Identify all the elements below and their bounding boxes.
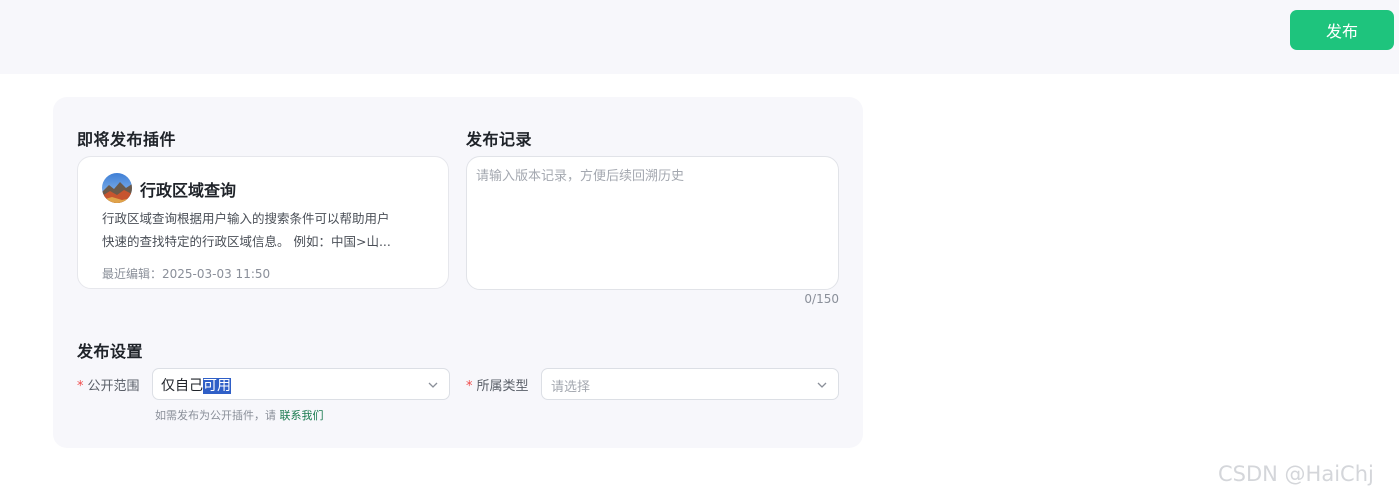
category-select-placeholder: 请选择: [551, 380, 591, 395]
section-title-upcoming-plugin: 即将发布插件: [77, 130, 177, 149]
character-counter: 0/150: [804, 292, 839, 306]
visibility-select[interactable]: 仅自己可用: [152, 368, 450, 400]
plugin-card: 行政区域查询 行政区域查询根据用户输入的搜索条件可以帮助用户 快速的查找特定的行…: [77, 156, 449, 289]
version-record-textarea[interactable]: [467, 157, 838, 289]
hint-text: 如需发布为公开插件，请: [155, 409, 276, 422]
visibility-value-text: 仅自己: [161, 378, 203, 394]
visibility-label: * 公开范围: [77, 375, 140, 394]
top-toolbar: 发布: [0, 0, 1399, 74]
section-title-publish-settings: 发布设置: [77, 342, 144, 361]
watermark: CSDN @HaiChj: [1218, 462, 1374, 486]
required-mark: *: [466, 379, 473, 394]
plugin-avatar-icon: [102, 173, 132, 203]
chevron-down-icon: [428, 382, 438, 388]
publish-panel: 即将发布插件 行政区域查询 行政区域查询根据用户输入的搜索条件可以帮助用户 快速…: [53, 97, 863, 448]
category-label-text: 所属类型: [476, 379, 529, 394]
chevron-down-icon: [817, 382, 827, 388]
category-select[interactable]: 请选择: [541, 368, 839, 400]
plugin-description-line: 快速的查找特定的行政区域信息。 例如：中国>山...: [102, 234, 391, 249]
record-input-box: [466, 156, 839, 290]
required-mark: *: [77, 379, 84, 394]
plugin-name: 行政区域查询: [140, 181, 237, 200]
plugin-last-edited: 最近编辑：2025-03-03 11:50: [102, 267, 271, 281]
plugin-description-line: 行政区域查询根据用户输入的搜索条件可以帮助用户: [102, 211, 390, 226]
visibility-select-value: 仅自己可用: [161, 375, 231, 395]
category-label: * 所属类型: [466, 375, 529, 394]
visibility-label-text: 公开范围: [87, 379, 140, 394]
plugin-description: 行政区域查询根据用户输入的搜索条件可以帮助用户 快速的查找特定的行政区域信息。 …: [102, 207, 430, 253]
section-title-publish-record: 发布记录: [466, 130, 533, 149]
public-plugin-hint: 如需发布为公开插件，请 联系我们: [155, 407, 324, 423]
visibility-value-selected-text: 可用: [203, 378, 231, 394]
publish-button[interactable]: 发布: [1290, 10, 1394, 50]
contact-us-link[interactable]: 联系我们: [280, 409, 324, 422]
